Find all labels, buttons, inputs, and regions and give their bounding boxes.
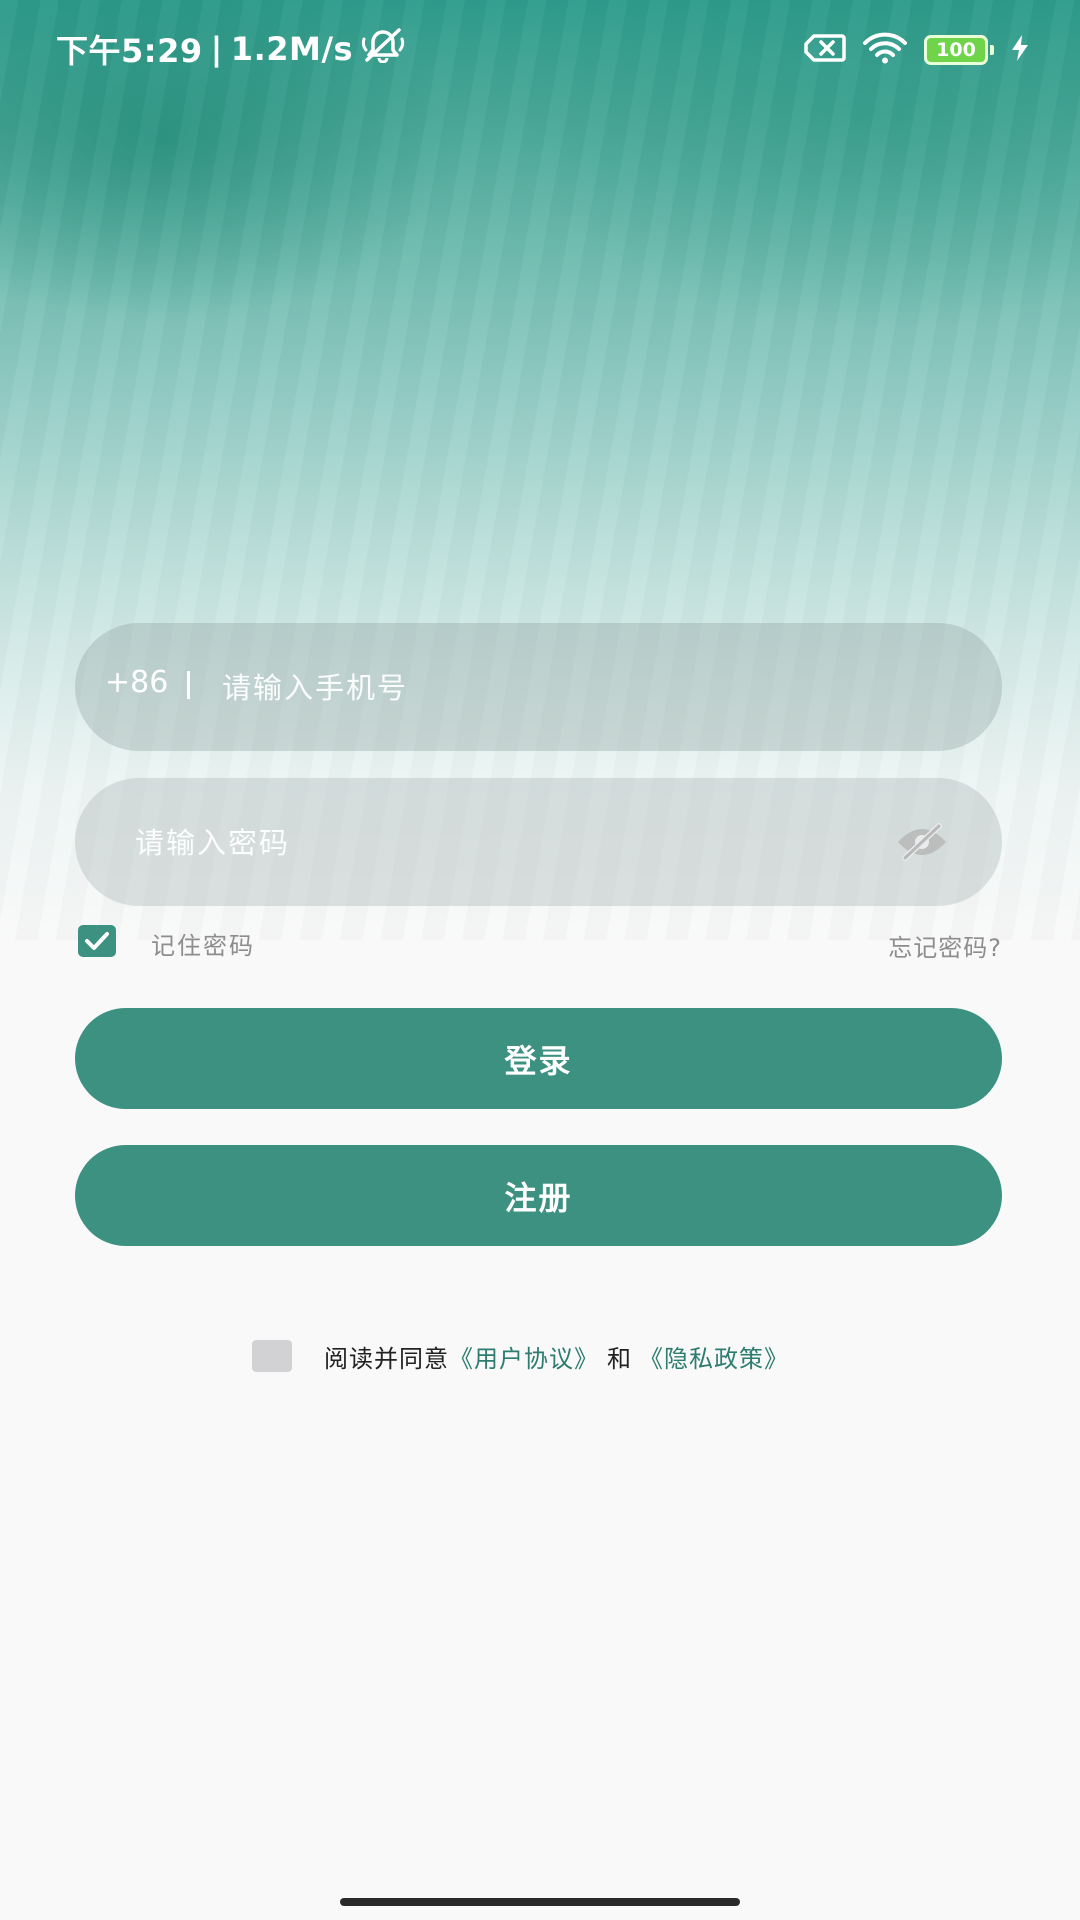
agreement-prefix: 阅读并同意	[324, 1344, 449, 1373]
forgot-password-link[interactable]: 忘记密码?	[888, 928, 1002, 963]
phone-field[interactable]: +86	[75, 623, 1002, 751]
country-code[interactable]: +86	[105, 665, 168, 700]
battery-tip	[990, 45, 994, 55]
agreement-checkbox[interactable]	[252, 1340, 292, 1372]
network-speed: 1.2M/s	[230, 30, 354, 68]
phone-input[interactable]	[220, 657, 924, 719]
remember-label[interactable]: 记住密码	[151, 926, 255, 961]
login-button[interactable]: 登录	[75, 1008, 1002, 1109]
home-indicator[interactable]	[340, 1898, 740, 1906]
battery-level: 100	[924, 35, 988, 65]
charging-icon	[1010, 34, 1030, 66]
eye-off-icon[interactable]	[894, 818, 950, 866]
user-agreement-link[interactable]: 《用户协议》	[449, 1339, 599, 1374]
privacy-policy-link[interactable]: 《隐私政策》	[639, 1339, 789, 1374]
status-right: 100	[804, 32, 1030, 68]
register-button[interactable]: 注册	[75, 1145, 1002, 1246]
wifi-icon	[862, 32, 908, 68]
password-input[interactable]	[133, 812, 857, 874]
status-time: 下午5:29	[56, 32, 203, 70]
agreement-row: 阅读并同意 《用户协议》 和 《隐私政策》	[252, 1336, 789, 1376]
remember-checkbox[interactable]	[78, 925, 116, 957]
sim-card-off-icon	[804, 34, 846, 66]
agreement-and: 和	[607, 1344, 631, 1373]
status-left: 下午5:29 | 1.2M/s	[56, 26, 405, 72]
status-separator: |	[210, 30, 223, 68]
battery-icon: 100	[924, 35, 994, 65]
password-field[interactable]	[75, 778, 1002, 906]
check-icon	[85, 932, 109, 950]
remember-row: 记住密码 忘记密码?	[75, 922, 1002, 962]
status-bar: 下午5:29 | 1.2M/s 100	[0, 0, 1080, 100]
alarm-off-icon	[361, 27, 405, 71]
field-divider	[187, 671, 190, 699]
